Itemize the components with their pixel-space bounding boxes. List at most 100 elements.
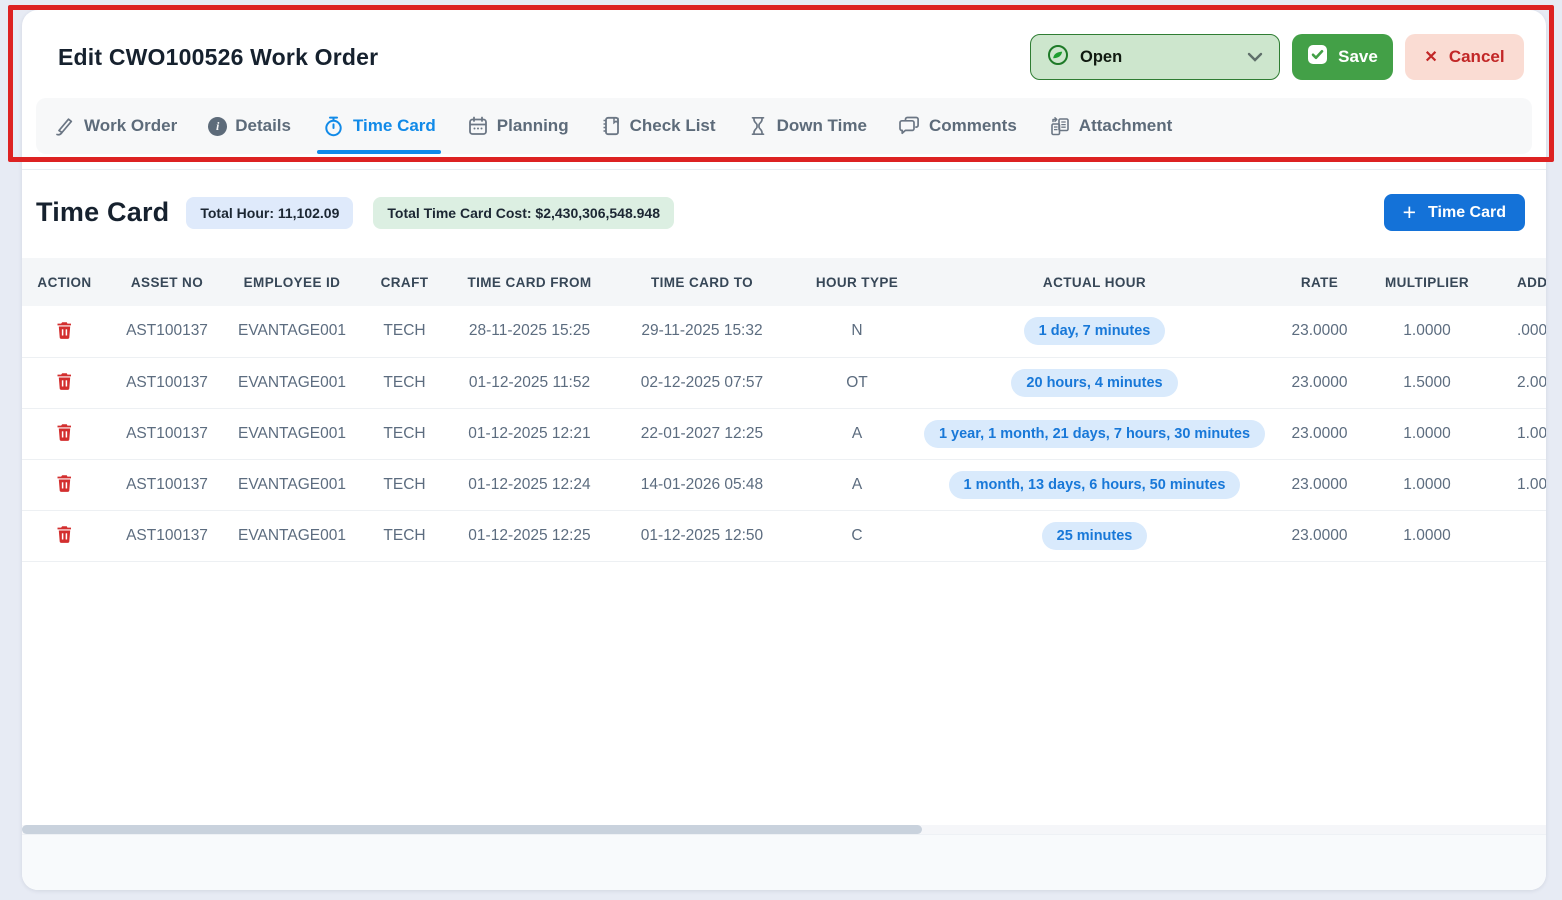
col-header-adder: ADDER xyxy=(1487,258,1546,306)
speech-bubble-icon xyxy=(898,115,921,137)
tab-attachment[interactable]: Attachment xyxy=(1048,98,1173,154)
asset-no-cell: AST100137 xyxy=(107,357,227,408)
section-title: Time Card xyxy=(36,197,169,228)
work-order-edit-panel: Edit CWO100526 Work Order Open Save xyxy=(22,10,1546,890)
col-header-rate: RATE xyxy=(1272,258,1367,306)
delete-row-button[interactable] xyxy=(53,522,76,549)
col-header-employee-id: EMPLOYEE ID xyxy=(227,258,357,306)
action-cell xyxy=(22,357,107,408)
delete-row-button[interactable] xyxy=(53,420,76,447)
action-cell xyxy=(22,306,107,357)
actual-hour-cell: 1 year, 1 month, 21 days, 7 hours, 30 mi… xyxy=(917,408,1272,459)
pen-icon xyxy=(54,115,76,137)
col-header-time-card-from: TIME CARD FROM xyxy=(452,258,607,306)
timecard-table: ACTION ASSET NO EMPLOYEE ID CRAFT TIME C… xyxy=(22,258,1546,562)
delete-row-button[interactable] xyxy=(53,318,76,345)
horizontal-scrollbar-track[interactable] xyxy=(22,825,1546,834)
status-dropdown[interactable]: Open xyxy=(1030,34,1280,80)
employee-id-cell: EVANTAGE001 xyxy=(227,357,357,408)
tab-label: Work Order xyxy=(84,116,177,136)
delete-row-button[interactable] xyxy=(53,369,76,396)
adder-cell: 1.0000 xyxy=(1487,408,1546,459)
rate-cell: 23.0000 xyxy=(1272,306,1367,357)
tab-down-time[interactable]: Down Time xyxy=(747,98,867,154)
total-cost-badge: Total Time Card Cost: $2,430,306,548.948 xyxy=(373,197,674,229)
tab-planning[interactable]: Planning xyxy=(467,98,569,154)
multiplier-cell: 1.0000 xyxy=(1367,408,1487,459)
delete-row-button[interactable] xyxy=(53,471,76,498)
tab-comments[interactable]: Comments xyxy=(898,98,1017,154)
multiplier-cell: 1.0000 xyxy=(1367,459,1487,510)
documents-icon xyxy=(1048,115,1071,138)
asset-no-cell: AST100137 xyxy=(107,408,227,459)
col-header-craft: CRAFT xyxy=(357,258,452,306)
footer-area xyxy=(22,834,1546,890)
adder-cell xyxy=(1487,510,1546,561)
tab-work-order[interactable]: Work Order xyxy=(54,98,177,154)
info-icon: i xyxy=(208,117,227,136)
actual-hour-cell: 1 day, 7 minutes xyxy=(917,306,1272,357)
check-square-icon xyxy=(1307,44,1328,70)
asset-no-cell: AST100137 xyxy=(107,306,227,357)
table-row: AST100137EVANTAGE001TECH01-12-2025 12:24… xyxy=(22,459,1546,510)
cancel-label: Cancel xyxy=(1449,47,1505,67)
asset-no-cell: AST100137 xyxy=(107,510,227,561)
action-cell xyxy=(22,510,107,561)
tab-label: Details xyxy=(235,116,291,136)
adder-cell: .0000 xyxy=(1487,306,1546,357)
rate-cell: 23.0000 xyxy=(1272,459,1367,510)
action-cell xyxy=(22,459,107,510)
multiplier-cell: 1.5000 xyxy=(1367,357,1487,408)
col-header-actual-hour: ACTUAL HOUR xyxy=(917,258,1272,306)
time-card-to-cell: 01-12-2025 12:50 xyxy=(607,510,797,561)
tab-label: Down Time xyxy=(777,116,867,136)
rate-cell: 23.0000 xyxy=(1272,510,1367,561)
notebook-icon xyxy=(600,115,622,137)
tab-details[interactable]: i Details xyxy=(208,98,291,154)
adder-cell: 1.0000 xyxy=(1487,459,1546,510)
craft-cell: TECH xyxy=(357,510,452,561)
chevron-down-icon xyxy=(1247,52,1263,62)
multiplier-cell: 1.0000 xyxy=(1367,510,1487,561)
tab-check-list[interactable]: Check List xyxy=(600,98,716,154)
time-card-from-cell: 01-12-2025 12:24 xyxy=(452,459,607,510)
trash-icon xyxy=(55,524,74,547)
employee-id-cell: EVANTAGE001 xyxy=(227,510,357,561)
cancel-button[interactable]: ✕ Cancel xyxy=(1405,34,1524,80)
table-row: AST100137EVANTAGE001TECH01-12-2025 12:25… xyxy=(22,510,1546,561)
tab-time-card[interactable]: Time Card xyxy=(322,98,436,154)
col-header-action: ACTION xyxy=(22,258,107,306)
page-title: Edit CWO100526 Work Order xyxy=(58,44,378,71)
actual-hour-cell: 1 month, 13 days, 6 hours, 50 minutes xyxy=(917,459,1272,510)
trash-icon xyxy=(55,320,74,343)
hour-type-cell: C xyxy=(797,510,917,561)
save-button[interactable]: Save xyxy=(1292,34,1393,80)
craft-cell: TECH xyxy=(357,357,452,408)
time-card-to-cell: 14-01-2026 05:48 xyxy=(607,459,797,510)
actual-hour-pill: 1 day, 7 minutes xyxy=(1024,317,1166,345)
timecard-content: Time Card Total Hour: 11,102.09 Total Ti… xyxy=(22,170,1546,825)
actual-hour-pill: 1 year, 1 month, 21 days, 7 hours, 30 mi… xyxy=(924,420,1265,448)
tab-bar: Work Order i Details Time Card Planning Check… xyxy=(36,98,1532,154)
timecard-table-wrapper: ACTION ASSET NO EMPLOYEE ID CRAFT TIME C… xyxy=(22,258,1546,825)
actual-hour-cell: 25 minutes xyxy=(917,510,1272,561)
craft-cell: TECH xyxy=(357,306,452,357)
craft-cell: TECH xyxy=(357,408,452,459)
actual-hour-pill: 1 month, 13 days, 6 hours, 50 minutes xyxy=(949,471,1241,499)
rate-cell: 23.0000 xyxy=(1272,408,1367,459)
table-row: AST100137EVANTAGE001TECH01-12-2025 12:21… xyxy=(22,408,1546,459)
time-card-from-cell: 01-12-2025 12:25 xyxy=(452,510,607,561)
total-hour-badge: Total Hour: 11,102.09 xyxy=(186,197,353,229)
status-label: Open xyxy=(1080,48,1122,67)
horizontal-scrollbar-thumb[interactable] xyxy=(22,825,922,834)
table-row: AST100137EVANTAGE001TECH28-11-2025 15:25… xyxy=(22,306,1546,357)
add-time-card-button[interactable]: + Time Card xyxy=(1384,194,1525,231)
hour-type-cell: A xyxy=(797,459,917,510)
hour-type-cell: OT xyxy=(797,357,917,408)
tab-label: Time Card xyxy=(353,116,436,136)
trash-icon xyxy=(55,473,74,496)
tab-label: Comments xyxy=(929,116,1017,136)
active-tab-underline xyxy=(317,150,441,154)
save-label: Save xyxy=(1338,47,1378,67)
adder-cell: 2.0000 xyxy=(1487,357,1546,408)
